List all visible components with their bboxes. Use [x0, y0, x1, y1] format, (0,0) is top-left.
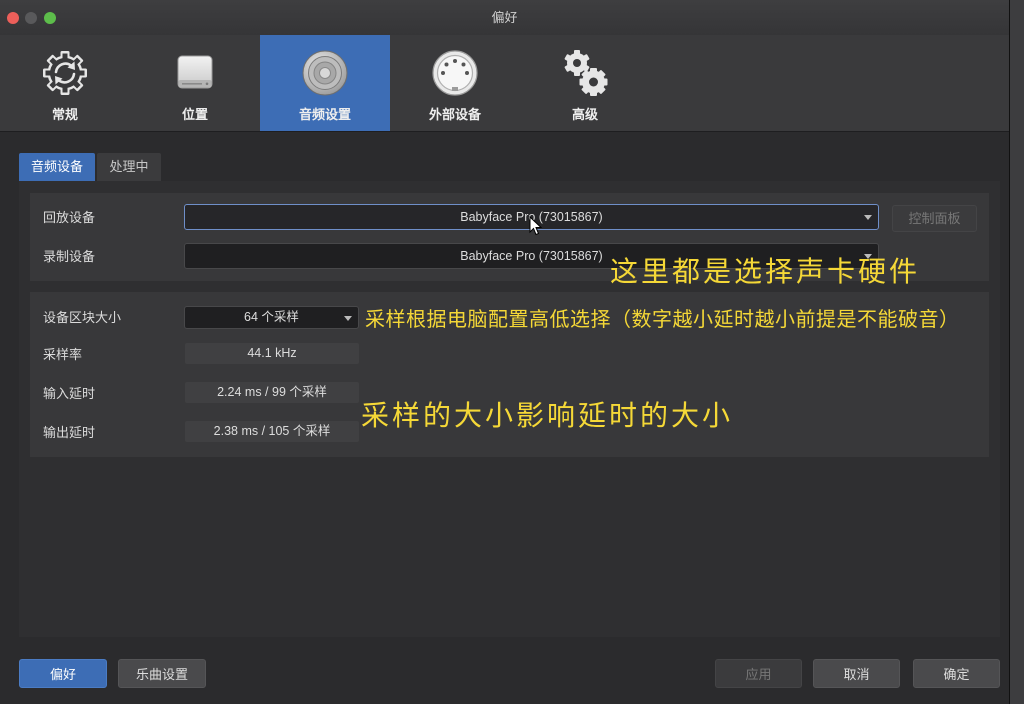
minimize-window-button[interactable] — [25, 12, 37, 24]
annotation-latency: 采样的大小影响延时的大小 — [361, 400, 734, 431]
window-title: 偏好 — [491, 10, 518, 25]
input-latency-value: 2.24 ms / 99 个采样 — [185, 382, 359, 403]
cancel-button[interactable]: 取消 — [813, 659, 900, 688]
annotation-sample-choice: 采样根据电脑配置高低选择（数字越小延时越小前提是不能破音） — [365, 309, 960, 331]
close-window-button[interactable] — [7, 12, 19, 24]
chevron-down-icon — [864, 215, 872, 220]
tab-audio-setup-label: 音频设置 — [298, 107, 351, 122]
tab-locations-label: 位置 — [181, 107, 208, 122]
control-panel-button[interactable]: 控制面板 — [892, 205, 977, 232]
preferences-toolbar: 常规 位置 音频设置 外部设备 高级 — [0, 35, 1009, 132]
block-size-value: 64 个采样 — [244, 310, 299, 324]
zoom-window-button[interactable] — [44, 12, 56, 24]
gears-icon — [564, 50, 608, 96]
block-size-dropdown[interactable]: 64 个采样 — [184, 306, 359, 329]
annotation-sound-card: 这里都是选择声卡硬件 — [610, 256, 921, 287]
song-settings-button[interactable]: 乐曲设置 — [118, 659, 206, 688]
input-latency-label: 输入延时 — [43, 386, 96, 401]
tab-general[interactable]: 常规 — [0, 35, 130, 131]
preferences-window: 偏好 常规 位置 音频设置 外部设备 高级 音频设备 处理中 回放设备 Baby… — [0, 0, 1010, 704]
tab-external-devices-label: 外部设备 — [428, 107, 481, 122]
gear-sync-icon — [43, 51, 87, 95]
sample-rate-value: 44.1 kHz — [185, 343, 359, 364]
tab-general-label: 常规 — [51, 107, 78, 122]
subtab-audio-devices[interactable]: 音频设备 — [19, 153, 95, 181]
tab-advanced[interactable]: 高级 — [520, 35, 650, 131]
chevron-down-icon — [344, 315, 352, 321]
tab-audio-setup[interactable]: 音频设置 — [260, 35, 390, 131]
playback-device-label: 回放设备 — [43, 210, 96, 225]
tab-advanced-label: 高级 — [571, 107, 598, 122]
recording-device-label: 录制设备 — [43, 249, 96, 264]
speaker-icon — [302, 50, 348, 96]
ok-button[interactable]: 确定 — [913, 659, 1000, 688]
title-bar[interactable]: 偏好 — [0, 0, 1009, 35]
midi-connector-icon — [432, 50, 478, 96]
drive-icon — [177, 55, 213, 89]
output-latency-value: 2.38 ms / 105 个采样 — [185, 421, 359, 442]
sample-rate-label: 采样率 — [43, 347, 83, 362]
mouse-cursor-icon — [529, 216, 543, 236]
subtab-processing[interactable]: 处理中 — [97, 153, 161, 181]
output-latency-label: 输出延时 — [43, 425, 96, 440]
preferences-button[interactable]: 偏好 — [19, 659, 107, 688]
tab-external-devices[interactable]: 外部设备 — [390, 35, 520, 131]
apply-button[interactable]: 应用 — [715, 659, 802, 688]
block-size-label: 设备区块大小 — [43, 310, 122, 325]
tab-locations[interactable]: 位置 — [130, 35, 260, 131]
recording-device-value: Babyface Pro (73015867) — [460, 249, 603, 263]
